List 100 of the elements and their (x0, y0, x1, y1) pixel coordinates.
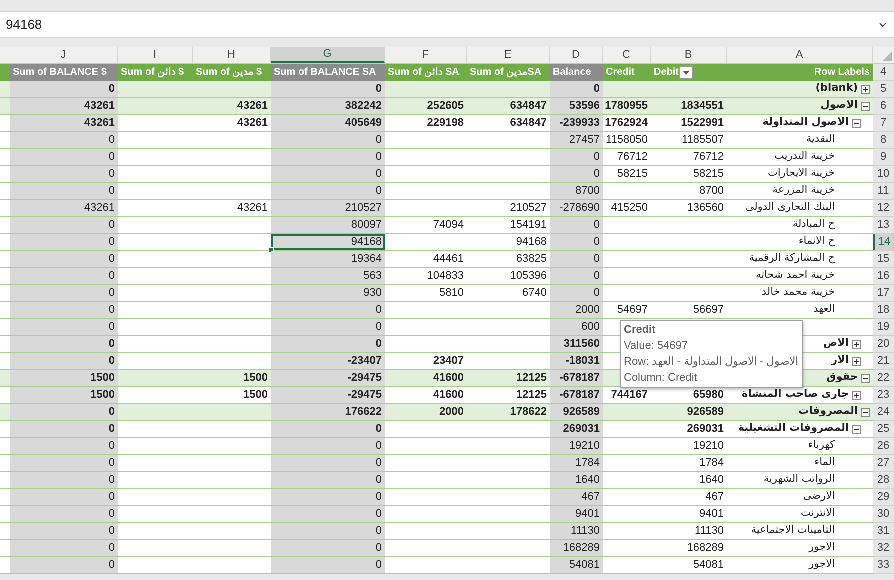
table-cell: 0 (271, 166, 385, 183)
table-cell: 0 (550, 81, 603, 98)
table-cell: 2000 (550, 302, 603, 319)
row-label: خزينة محمد خالد (762, 285, 835, 300)
formula-value: 94168 (6, 16, 42, 34)
row-number[interactable]: 31 (873, 523, 894, 540)
row-number[interactable]: 22 (873, 370, 894, 387)
row-number[interactable]: 30 (873, 506, 894, 523)
table-cell: 930 (271, 285, 385, 302)
collapse-icon[interactable] (861, 408, 870, 416)
row-number[interactable]: 9 (873, 149, 894, 166)
row-number[interactable]: 19 (873, 319, 894, 336)
row-label: الاصول المتداولة (762, 115, 849, 130)
table-cell: -29475 (271, 370, 385, 387)
row-number[interactable]: 28 (873, 472, 894, 489)
row-label: الاص (823, 336, 849, 352)
row-number[interactable]: 23 (873, 387, 894, 404)
row-number[interactable]: 21 (873, 353, 894, 370)
table-cell: 0 (271, 540, 385, 557)
table-cell: 0 (10, 183, 118, 200)
row-number[interactable]: 20 (873, 336, 894, 353)
column-header[interactable]: J (10, 47, 118, 63)
table-cell: 0 (271, 489, 385, 506)
table-cell: 0 (550, 149, 603, 166)
row-number[interactable]: 13 (873, 217, 894, 234)
row-number[interactable]: 17 (873, 285, 894, 302)
row-number[interactable]: 25 (873, 421, 894, 438)
table-cell: 0 (271, 523, 385, 540)
table-cell: 0 (271, 183, 385, 200)
table-cell: 600 (550, 319, 603, 336)
table-cell: 0 (10, 472, 118, 489)
field-header: Credit (605, 66, 636, 80)
row-label: العهد (813, 302, 835, 318)
field-header: Sum of مدينSA (469, 66, 543, 80)
row-label: البنك التجارى الدولى (746, 200, 835, 216)
row-number[interactable]: 26 (873, 438, 894, 455)
table-cell: 0 (271, 438, 385, 455)
row-number[interactable]: 8 (873, 132, 894, 149)
collapse-icon[interactable] (852, 424, 861, 434)
row-number[interactable]: 5 (873, 81, 894, 98)
filter-button[interactable] (679, 66, 693, 79)
table-cell: 0 (271, 506, 385, 523)
row-number[interactable]: 12 (873, 200, 894, 217)
table-cell: 0 (550, 166, 603, 183)
row-number[interactable]: 10 (873, 166, 894, 183)
expand-icon[interactable] (852, 356, 861, 366)
table-cell: 0 (271, 472, 385, 489)
row-label: خزينة التدريب (774, 149, 835, 164)
column-header[interactable]: I (118, 47, 193, 63)
table-cell: 43261 (10, 200, 118, 217)
table-cell: 311560 (550, 336, 603, 353)
row-number[interactable]: 6 (873, 98, 894, 115)
tooltip-line: Value: 54697 (624, 339, 688, 354)
field-header: Sum of دائن SA (387, 66, 460, 80)
row-label: الاصول (820, 98, 858, 114)
table-cell: -29475 (271, 387, 385, 404)
collapse-icon[interactable] (861, 102, 870, 110)
table-cell: 0 (10, 489, 118, 506)
column-header[interactable]: E (467, 47, 550, 63)
table-cell: 0 (550, 217, 603, 234)
collapse-icon[interactable] (852, 118, 861, 128)
column-header[interactable]: B (651, 47, 727, 63)
caret-icon (682, 70, 690, 74)
row-number[interactable]: 7 (873, 115, 894, 132)
tooltip-line: Row: الاصول - الاصول المتداولة - العهد (624, 355, 799, 370)
expand-icon[interactable] (852, 340, 861, 348)
row-number[interactable]: 15 (873, 251, 894, 268)
formula-field[interactable]: 94168 (0, 11, 894, 38)
row-number[interactable]: 32 (873, 540, 894, 557)
row-label: الماء (814, 455, 835, 470)
row-number[interactable]: 29 (873, 489, 894, 506)
row-number[interactable]: 4 (873, 64, 894, 81)
expand-icon[interactable] (861, 84, 870, 94)
collapse-icon[interactable] (861, 374, 870, 382)
row-number[interactable]: 16 (873, 268, 894, 285)
table-cell: 9401 (550, 506, 603, 523)
table-cell: -278690 (550, 200, 603, 217)
expand-icon[interactable] (852, 390, 861, 400)
table-cell: 0 (10, 251, 118, 268)
column-header[interactable]: F (385, 47, 467, 63)
column-header[interactable]: D (550, 47, 603, 63)
table-cell: 54081 (550, 557, 603, 574)
table-cell: 0 (271, 336, 385, 353)
field-header: Balance (550, 64, 603, 81)
row-number[interactable]: 14 (873, 234, 894, 251)
table-cell: 176622 (271, 404, 385, 421)
row-number[interactable]: 18 (873, 302, 894, 319)
row-label: ح المشاركة الرقمية (749, 251, 835, 266)
row-number[interactable]: 27 (873, 455, 894, 472)
row-number[interactable]: 33 (873, 557, 894, 574)
column-header[interactable]: G (271, 47, 385, 63)
column-header[interactable]: A (727, 47, 873, 63)
table-cell: 0 (10, 438, 118, 455)
table-cell: 0 (271, 149, 385, 166)
table-cell: 563 (271, 268, 385, 285)
row-number[interactable]: 24 (873, 404, 894, 421)
table-cell: 43261 (10, 115, 118, 132)
column-header[interactable]: C (603, 47, 651, 63)
row-number[interactable]: 11 (873, 183, 894, 200)
table-cell: 0 (10, 540, 118, 557)
